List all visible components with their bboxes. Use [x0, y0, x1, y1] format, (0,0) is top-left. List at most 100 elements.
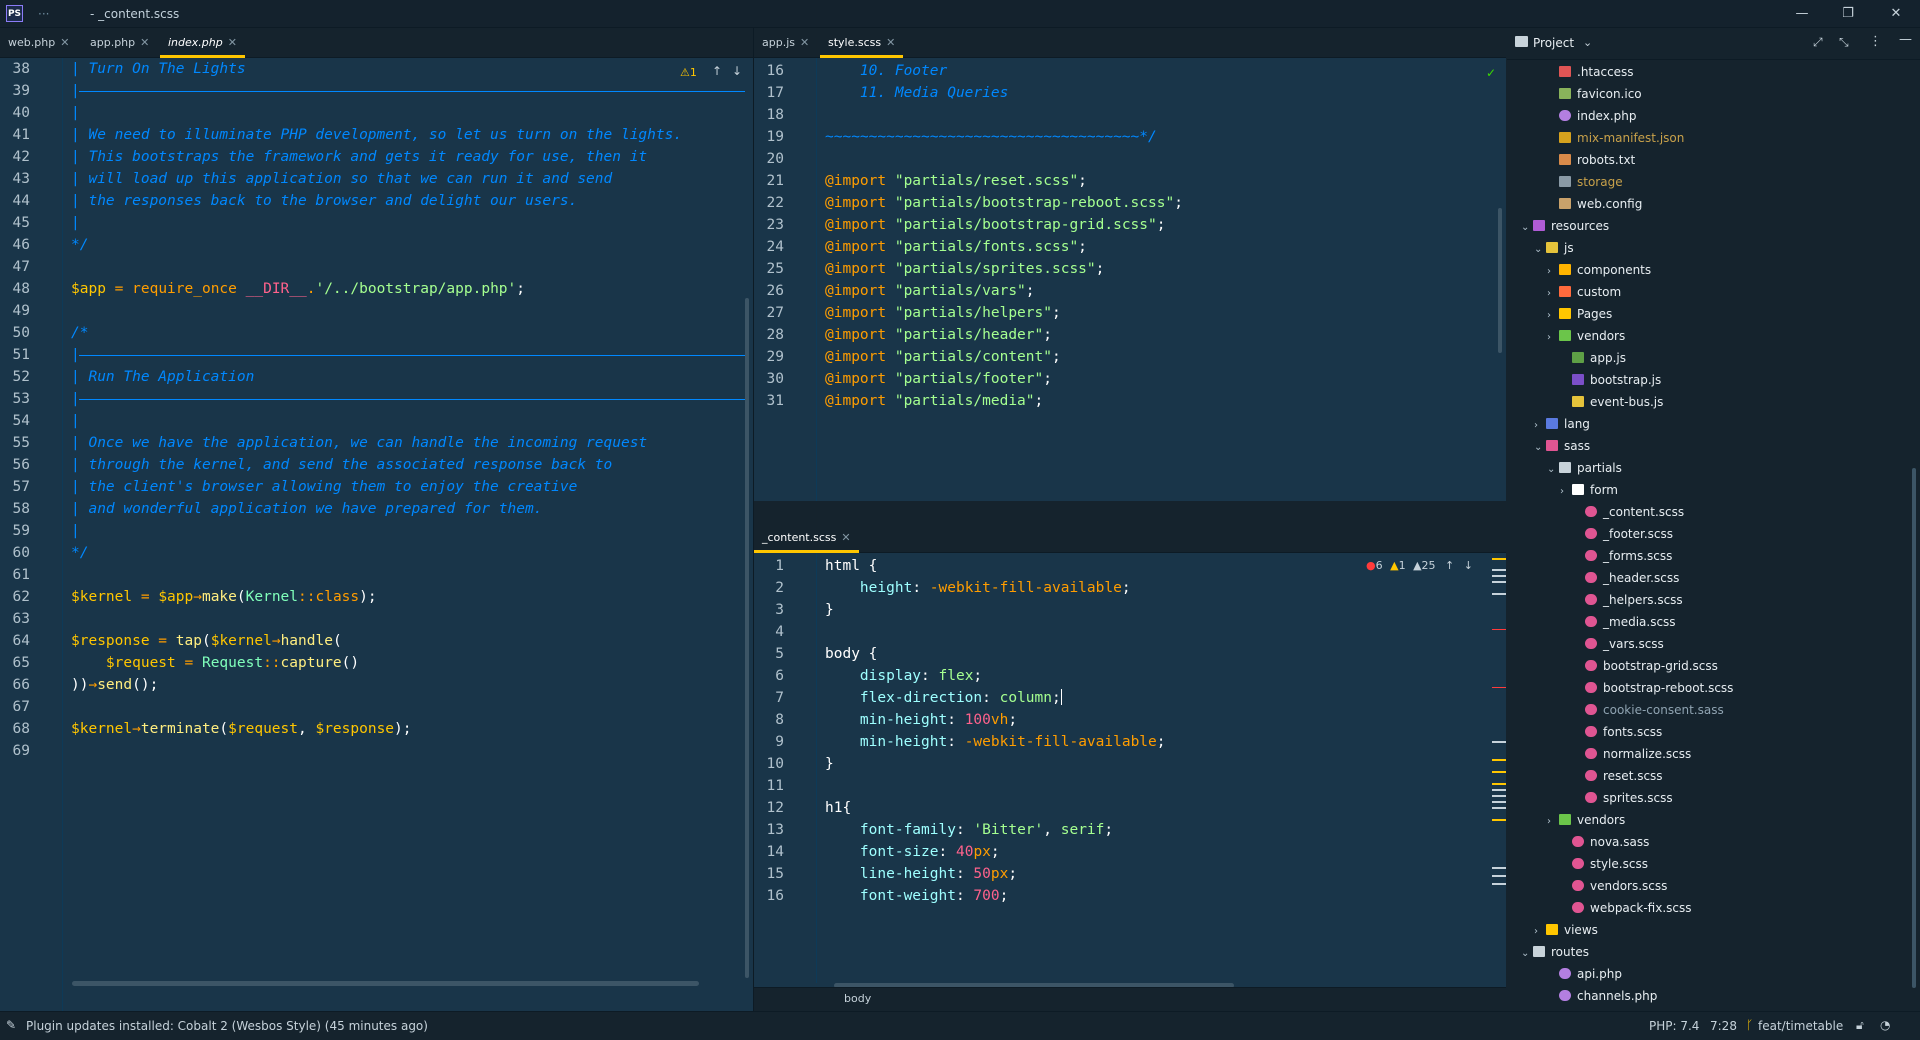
- line-number[interactable]: 4: [754, 621, 784, 643]
- vertical-scrollbar[interactable]: [1912, 468, 1916, 988]
- line-number[interactable]: 19: [754, 126, 784, 148]
- line-number[interactable]: 50: [0, 322, 30, 344]
- project-title[interactable]: Project: [1533, 36, 1574, 50]
- code-line[interactable]: 52 | Run The Application: [0, 366, 753, 388]
- code-line[interactable]: 29 @import "partials/content";: [754, 346, 1506, 368]
- code-line[interactable]: 15 line-height: 50px;: [754, 863, 1506, 885]
- code-line[interactable]: 31 @import "partials/media";: [754, 390, 1506, 412]
- cursor-position[interactable]: 7:28: [1710, 1019, 1737, 1033]
- code-line[interactable]: 51 |: [0, 344, 753, 366]
- line-number[interactable]: 58: [0, 498, 30, 520]
- chevron-right-icon[interactable]: ›: [1547, 811, 1559, 833]
- code-line[interactable]: 67: [0, 696, 753, 718]
- tree-item[interactable]: favicon.ico: [1547, 83, 1642, 105]
- line-number[interactable]: 21: [754, 170, 784, 192]
- tab-app-js[interactable]: app.js ✕: [754, 28, 817, 58]
- line-number[interactable]: 60: [0, 542, 30, 564]
- line-number[interactable]: 16: [754, 60, 784, 82]
- chevron-down-icon[interactable]: ⌄: [1521, 217, 1533, 239]
- line-number[interactable]: 43: [0, 168, 30, 190]
- code-line[interactable]: 16 10. Footer: [754, 60, 1506, 82]
- line-number[interactable]: 46: [0, 234, 30, 256]
- minimize-icon[interactable]: —: [1792, 4, 1812, 24]
- line-number[interactable]: 57: [0, 476, 30, 498]
- code-area-top-right[interactable]: 16 10. Footer 17 11. Media Queries 18 19 ~~~…: [754, 60, 1506, 501]
- close-tab-icon[interactable]: ✕: [886, 36, 895, 49]
- code-line[interactable]: 55 | Once we have the application, we can…: [0, 432, 753, 454]
- line-number[interactable]: 10: [754, 753, 784, 775]
- chevron-down-icon[interactable]: ⌄: [1583, 36, 1592, 49]
- code-line[interactable]: 24 @import "partials/fonts.scss";: [754, 236, 1506, 258]
- next-highlight-icon[interactable]: ↓: [1464, 559, 1473, 572]
- code-line[interactable]: 8 min-height: 100vh;: [754, 709, 1506, 731]
- code-line[interactable]: 38 | Turn On The Lights: [0, 58, 753, 80]
- tree-item[interactable]: bootstrap.js: [1560, 369, 1661, 391]
- code-line[interactable]: 16 font-weight: 700;: [754, 885, 1506, 907]
- tree-item[interactable]: robots.txt: [1547, 149, 1635, 171]
- code-line[interactable]: 13 font-family: 'Bitter', serif;: [754, 819, 1506, 841]
- code-line[interactable]: 50 /*: [0, 322, 753, 344]
- tree-item[interactable]: web.config: [1547, 193, 1642, 215]
- line-number[interactable]: 29: [754, 346, 784, 368]
- code-line[interactable]: 3}: [754, 599, 1506, 621]
- line-number[interactable]: 15: [754, 863, 784, 885]
- tree-item[interactable]: bootstrap-grid.scss: [1573, 655, 1718, 677]
- code-line[interactable]: 46 */: [0, 234, 753, 256]
- line-number[interactable]: 47: [0, 256, 30, 278]
- line-number[interactable]: 26: [754, 280, 784, 302]
- chevron-right-icon[interactable]: ›: [1547, 305, 1559, 327]
- code-area-left[interactable]: 38 | Turn On The Lights 39 | 40 | 41 | We need …: [0, 58, 753, 1011]
- line-number[interactable]: 51: [0, 344, 30, 366]
- code-line[interactable]: 25 @import "partials/sprites.scss";: [754, 258, 1506, 280]
- tree-item[interactable]: ⌄ js: [1534, 237, 1574, 259]
- tree-item[interactable]: vendors.scss: [1560, 875, 1667, 897]
- inspection-warning-count[interactable]: ⚠1: [680, 66, 697, 79]
- tree-item[interactable]: style.scss: [1560, 853, 1648, 875]
- code-line[interactable]: 42 | This bootstraps the framework and ge…: [0, 146, 753, 168]
- tree-item[interactable]: _forms.scss: [1573, 545, 1672, 567]
- code-line[interactable]: 11: [754, 775, 1506, 797]
- code-line[interactable]: 20: [754, 148, 1506, 170]
- code-line[interactable]: 17 11. Media Queries: [754, 82, 1506, 104]
- line-number[interactable]: 18: [754, 104, 784, 126]
- code-line[interactable]: 54 |: [0, 410, 753, 432]
- code-line[interactable]: 63: [0, 608, 753, 630]
- line-number[interactable]: 8: [754, 709, 784, 731]
- line-number[interactable]: 69: [0, 740, 30, 762]
- line-number[interactable]: 25: [754, 258, 784, 280]
- line-number[interactable]: 11: [754, 775, 784, 797]
- tree-item[interactable]: sprites.scss: [1573, 787, 1673, 809]
- chevron-right-icon[interactable]: ›: [1560, 481, 1572, 503]
- line-number[interactable]: 65: [0, 652, 30, 674]
- line-number[interactable]: 22: [754, 192, 784, 214]
- tree-item[interactable]: ⌄ routes: [1521, 941, 1589, 963]
- tree-item[interactable]: normalize.scss: [1573, 743, 1691, 765]
- tree-item[interactable]: _vars.scss: [1573, 633, 1664, 655]
- tree-item[interactable]: .htaccess: [1547, 61, 1634, 83]
- code-line[interactable]: 59 |: [0, 520, 753, 542]
- tree-item[interactable]: api.php: [1547, 963, 1622, 985]
- tab-web-php[interactable]: web.php ✕: [0, 28, 77, 58]
- next-highlight-icon[interactable]: ↓: [732, 64, 742, 78]
- tree-item[interactable]: › vendors: [1547, 325, 1625, 347]
- tab-style-scss[interactable]: style.scss ✕: [820, 28, 904, 58]
- line-number[interactable]: 68: [0, 718, 30, 740]
- code-line[interactable]: 39 |: [0, 80, 753, 102]
- code-line[interactable]: 61: [0, 564, 753, 586]
- line-number[interactable]: 5: [754, 643, 784, 665]
- tree-item[interactable]: channels.php: [1547, 985, 1657, 1007]
- tree-item[interactable]: _helpers.scss: [1573, 589, 1683, 611]
- code-line[interactable]: 56 | through the kernel, and send the ass…: [0, 454, 753, 476]
- tree-item[interactable]: index.php: [1547, 105, 1636, 127]
- code-area-bottom-right[interactable]: 1 html {2 height: -webkit-fill-available;…: [754, 555, 1506, 985]
- chevron-down-icon[interactable]: ⌄: [1521, 943, 1533, 965]
- line-number[interactable]: 49: [0, 300, 30, 322]
- memory-icon[interactable]: ◔: [1880, 1018, 1890, 1032]
- code-line[interactable]: 43 | will load up this application so tha…: [0, 168, 753, 190]
- code-line[interactable]: 18: [754, 104, 1506, 126]
- tab-index-php[interactable]: index.php ✕: [160, 28, 245, 58]
- code-line[interactable]: 49: [0, 300, 753, 322]
- line-number[interactable]: 41: [0, 124, 30, 146]
- inspection-widget[interactable]: ●6 ▲1 ▲25 ↑ ↓: [1366, 559, 1473, 572]
- line-number[interactable]: 44: [0, 190, 30, 212]
